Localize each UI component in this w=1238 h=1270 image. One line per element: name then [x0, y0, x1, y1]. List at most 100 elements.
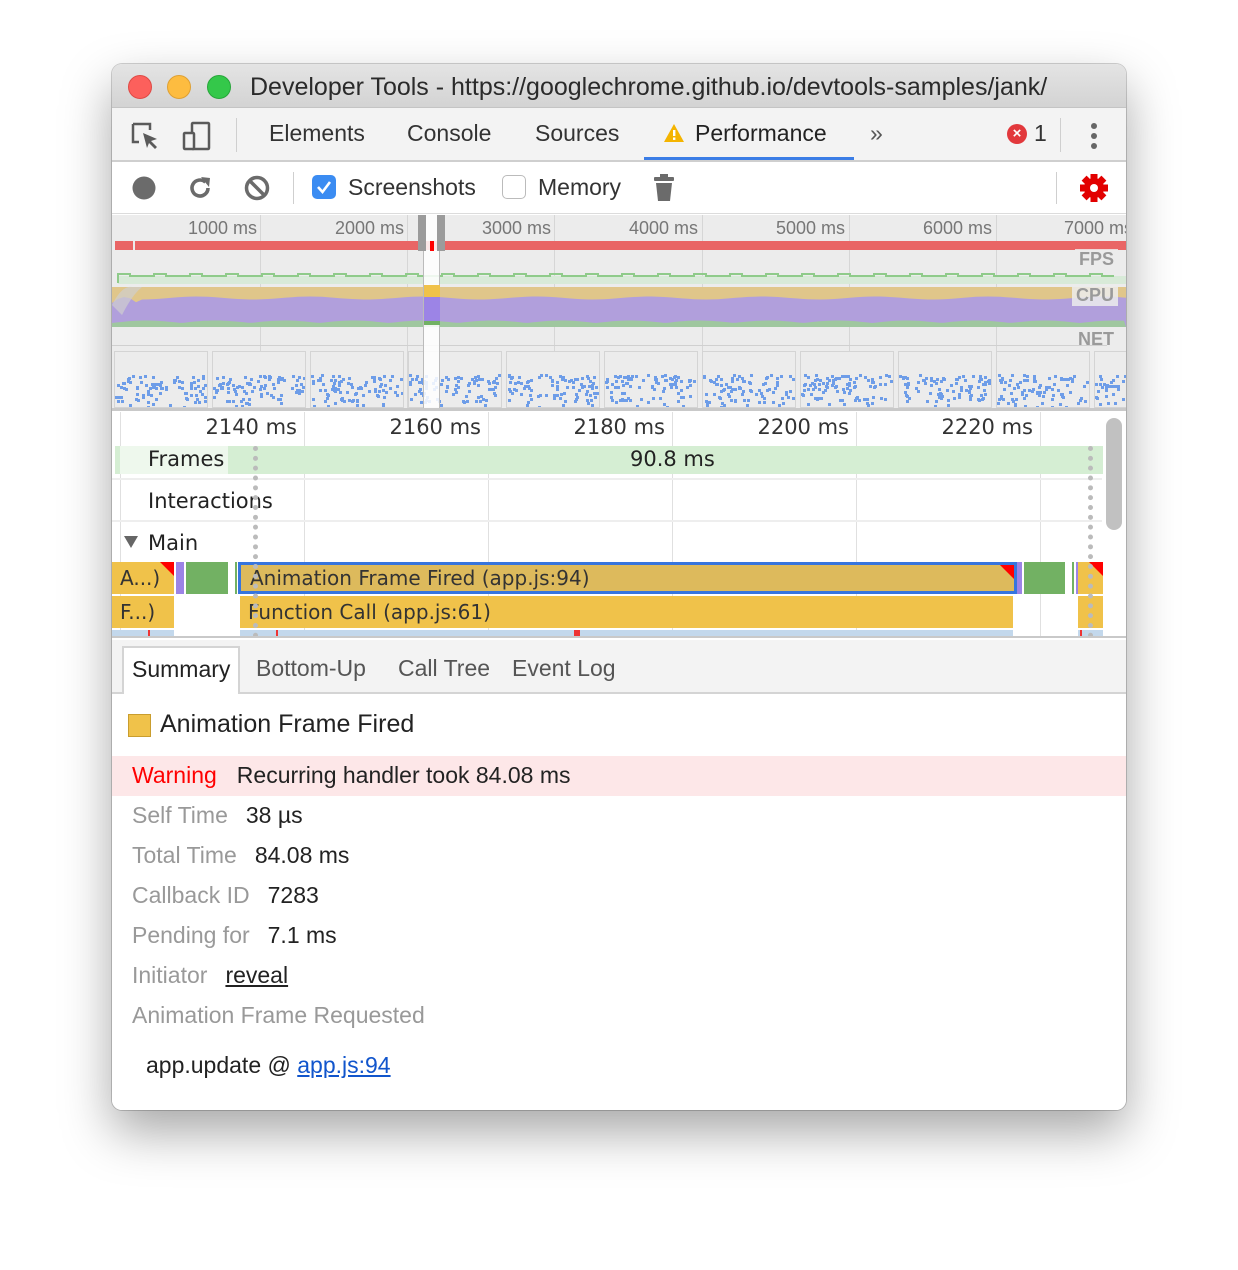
screenshots-label[interactable]: Screenshots: [348, 174, 476, 201]
screenshot-thumbnail[interactable]: [310, 351, 404, 408]
inspect-element-icon[interactable]: [130, 121, 160, 151]
garbage-collect-icon[interactable]: [653, 174, 675, 202]
gc-marker: [276, 630, 278, 636]
title-bar: Developer Tools - https://googlechrome.g…: [112, 64, 1126, 108]
toolbar-divider: [293, 172, 294, 204]
overview-tick: 5000 ms: [775, 218, 845, 238]
event-function-call[interactable]: Function Call (app.js:61): [240, 596, 1013, 628]
tab-event-log[interactable]: Event Log: [512, 655, 616, 682]
clear-icon[interactable]: [244, 175, 270, 201]
screenshot-thumbnail[interactable]: [702, 351, 796, 408]
long-frame-bar: [115, 241, 133, 250]
overview-tick: 4000 ms: [628, 218, 698, 238]
warning-corner-marker: [1000, 565, 1014, 579]
capture-settings-icon[interactable]: [1079, 173, 1109, 203]
device-toolbar-icon[interactable]: [182, 121, 212, 151]
screenshots-checkbox[interactable]: [312, 175, 336, 199]
self-time-label: Self Time: [132, 802, 228, 828]
frame-boundary-line: [1088, 446, 1093, 636]
initiator-row: Initiator reveal: [132, 962, 288, 989]
event-painting[interactable]: [1024, 562, 1065, 594]
net-divider: [112, 345, 1107, 346]
animation-frame-requested-heading: Animation Frame Requested: [132, 1002, 425, 1029]
flame-chart[interactable]: 2140 ms 2160 ms 2180 ms 2200 ms 2220 ms …: [112, 412, 1126, 638]
event-function-call-truncated[interactable]: F...): [112, 596, 174, 628]
event-painting[interactable]: [1072, 562, 1074, 594]
toolbar-divider: [236, 118, 237, 152]
callback-id-label: Callback ID: [132, 882, 250, 908]
minimize-window-button[interactable]: [167, 75, 191, 99]
total-time-label: Total Time: [132, 842, 237, 868]
event-js-frame[interactable]: [112, 630, 174, 636]
initiator-reveal-link[interactable]: reveal: [225, 962, 288, 988]
record-icon[interactable]: [132, 176, 156, 200]
reload-icon[interactable]: [187, 175, 213, 201]
track-divider: [112, 520, 1102, 522]
frame-bar[interactable]: [115, 446, 1103, 474]
more-tabs-icon[interactable]: »: [870, 120, 883, 147]
summary-panel: Animation Frame Fired Warning Recurring h…: [112, 694, 1126, 1110]
zoom-window-button[interactable]: [207, 75, 231, 99]
stack-source-link[interactable]: app.js:94: [297, 1052, 390, 1078]
toolbar-divider: [1060, 118, 1061, 152]
warning-icon: [664, 124, 684, 142]
self-time-value: 38 µs: [245, 802, 303, 828]
screenshot-thumbnail[interactable]: [996, 351, 1090, 408]
timeline-overview[interactable]: 1000 ms 2000 ms 3000 ms 4000 ms 5000 ms …: [112, 215, 1126, 411]
screenshot-thumbnail[interactable]: [506, 351, 600, 408]
selection-right-handle[interactable]: [437, 215, 445, 251]
event-rendering[interactable]: [1017, 562, 1022, 594]
flame-tick: 2140 ms: [205, 415, 297, 439]
close-window-button[interactable]: [128, 75, 152, 99]
screenshot-thumbnail[interactable]: [604, 351, 698, 408]
main-track-label[interactable]: Main: [148, 531, 198, 555]
flame-chart-scrollbar[interactable]: [1106, 418, 1122, 530]
screenshot-thumbnail[interactable]: [800, 351, 894, 408]
toolbar-divider: [1056, 172, 1057, 204]
event-animation-frame-fired-selected[interactable]: Animation Frame Fired (app.js:94): [238, 562, 1017, 594]
tab-performance[interactable]: Performance: [695, 120, 827, 147]
devtools-window: Developer Tools - https://googlechrome.g…: [112, 64, 1126, 1110]
flame-tick: 2180 ms: [573, 415, 665, 439]
collapse-triangle-icon[interactable]: [124, 536, 138, 548]
tab-call-tree[interactable]: Call Tree: [398, 655, 490, 682]
screenshot-thumbnail[interactable]: [114, 351, 208, 408]
fps-chart: [117, 273, 1126, 284]
tab-console[interactable]: Console: [407, 120, 491, 147]
screenshot-thumbnail[interactable]: [212, 351, 306, 408]
pending-for-label: Pending for: [132, 922, 250, 948]
tab-elements[interactable]: Elements: [269, 120, 365, 147]
memory-label[interactable]: Memory: [538, 174, 621, 201]
warning-label: Warning: [132, 762, 217, 788]
selection-cpu-rendering: [424, 297, 440, 321]
gc-marker: [1080, 630, 1082, 636]
tab-sources[interactable]: Sources: [535, 120, 619, 147]
self-time-row: Self Time 38 µs: [132, 802, 303, 829]
callback-id-row: Callback ID 7283: [132, 882, 319, 909]
kebab-menu-icon[interactable]: [1090, 123, 1098, 149]
warning-corner-marker: [160, 562, 174, 576]
overview-tick: 7000 ms: [1064, 218, 1126, 238]
event-label: Animation Frame Fired (app.js:94): [250, 566, 590, 590]
memory-checkbox[interactable]: [502, 175, 526, 199]
event-js-frame[interactable]: [240, 630, 1013, 636]
error-count[interactable]: 1: [1034, 120, 1047, 147]
callback-id-value: 7283: [267, 882, 319, 908]
selection-left-handle[interactable]: [418, 215, 426, 251]
screenshot-thumbnail[interactable]: [1094, 351, 1126, 408]
event-painting[interactable]: [186, 562, 228, 594]
tab-summary[interactable]: Summary: [122, 646, 241, 694]
panel-tab-bar: Elements Console Sources Performance » ×…: [112, 108, 1126, 162]
tab-bottom-up[interactable]: Bottom-Up: [256, 655, 366, 682]
selection-cpu-painting: [424, 321, 440, 325]
screenshots-filmstrip: [112, 351, 1126, 408]
event-painting[interactable]: [235, 562, 237, 594]
error-icon[interactable]: ×: [1007, 124, 1027, 144]
event-rendering[interactable]: [176, 562, 184, 594]
flame-tick: 2160 ms: [389, 415, 481, 439]
screenshot-thumbnail[interactable]: [898, 351, 992, 408]
event-title: Animation Frame Fired: [160, 710, 415, 738]
stack-trace-row: app.update @ app.js:94: [146, 1052, 391, 1079]
initiator-label: Initiator: [132, 962, 208, 988]
frames-track-label[interactable]: Frames: [148, 447, 224, 471]
